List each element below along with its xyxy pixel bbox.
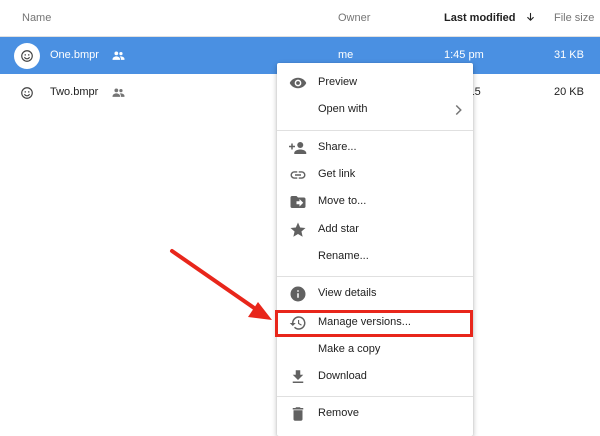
annotation-arrow xyxy=(170,249,272,320)
